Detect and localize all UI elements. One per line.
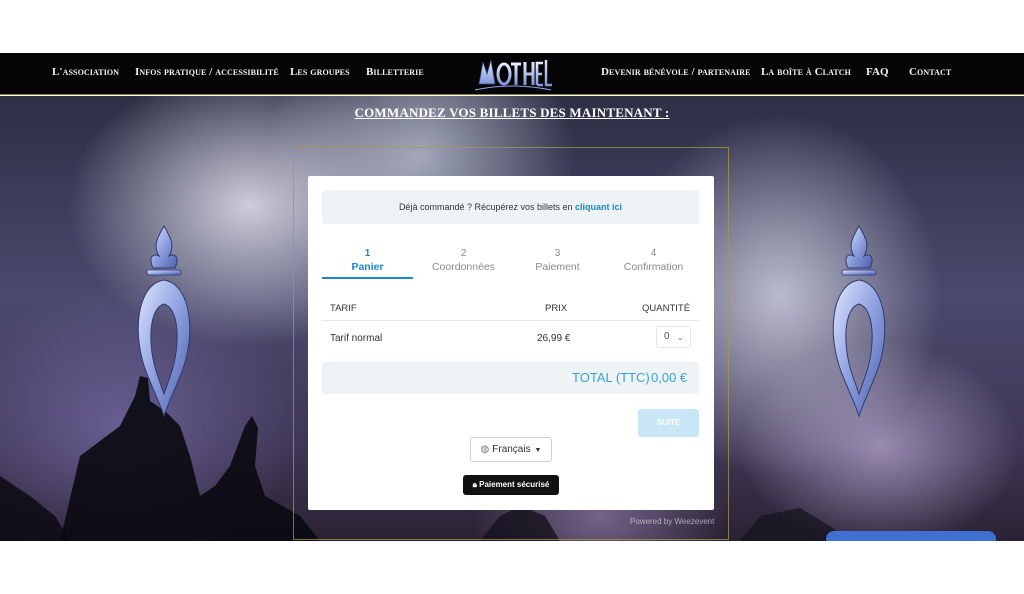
step-number: 3 — [554, 248, 561, 259]
step-paiement[interactable]: 3 Paiement — [512, 247, 603, 274]
nav-benevole[interactable]: Devenir bénévole / partenaire — [601, 66, 751, 78]
active-step-underline — [322, 277, 413, 279]
motohell-logo[interactable] — [473, 54, 553, 94]
step-coordonnees[interactable]: 2 Coordonnées — [418, 247, 509, 274]
top-margin — [0, 0, 1024, 53]
ticket-widget: Déjà commandé ? Récupérez vos billets en… — [308, 176, 714, 510]
globe-icon: ◍ — [480, 444, 490, 455]
retrieve-tickets-link[interactable]: cliquant ici — [575, 202, 622, 212]
nav-billetterie[interactable]: Billetterie — [366, 66, 424, 78]
total-label: TOTAL (TTC) — [572, 370, 650, 385]
step-confirmation[interactable]: 4 Confirmation — [608, 247, 699, 274]
nav-infos-pratique[interactable]: Infos pratique / accessibilité — [135, 66, 279, 78]
quantity-value: 0 — [664, 331, 670, 342]
language-label: Français — [492, 444, 531, 455]
chevron-down-icon: ⌄ — [676, 332, 684, 342]
flame-emblem-right-icon — [832, 225, 886, 418]
secure-payment-badge: 🔒︎ Paiement sécurisé — [463, 475, 559, 495]
table-divider — [322, 320, 699, 321]
nav-boite-clatch[interactable]: La boîte à Clatch — [761, 66, 851, 78]
step-label: Panier — [351, 261, 384, 273]
nav-contact[interactable]: Contact — [909, 66, 951, 78]
column-header-quantite: QUANTITÉ — [642, 303, 691, 314]
nav-faq[interactable]: FAQ — [866, 66, 889, 78]
secure-payment-label: Paiement sécurisé — [479, 480, 550, 489]
total-bar: TOTAL (TTC) 0,00 € — [322, 362, 699, 394]
step-number: 4 — [650, 248, 657, 259]
column-header-prix: PRIX — [545, 303, 568, 314]
flame-emblem-left-icon — [137, 225, 191, 418]
step-number: 1 — [364, 248, 371, 259]
notice-text: Déjà commandé ? Récupérez vos billets en — [398, 202, 576, 212]
step-number: 2 — [460, 248, 467, 259]
caret-down-icon: ▼ — [532, 447, 542, 454]
page-title: COMMANDEZ VOS BILLETS DES MAINTENANT : — [354, 105, 670, 120]
hero-section: COMMANDEZ VOS BILLETS DES MAINTENANT : D… — [0, 96, 1024, 541]
nav-groupes[interactable]: Les groupes — [290, 66, 350, 78]
row-price: 26,99 € — [537, 333, 571, 344]
chat-widget-tab[interactable] — [826, 531, 996, 541]
column-header-tarif: TARIF — [330, 303, 357, 314]
suite-button[interactable]: SUITE — [638, 409, 699, 437]
total-value: 0,00 € — [651, 370, 688, 385]
already-ordered-notice: Déjà commandé ? Récupérez vos billets en… — [322, 190, 699, 224]
nav-association[interactable]: L'association — [52, 66, 119, 78]
row-tarif-name: Tarif normal — [330, 333, 383, 344]
step-label: Confirmation — [623, 261, 684, 273]
language-selector[interactable]: ◍ Français ▼ — [470, 437, 552, 462]
bottom-margin — [0, 541, 1024, 594]
step-label: Coordonnées — [431, 261, 496, 273]
powered-by-text[interactable]: Powered by Weezevent — [630, 517, 714, 526]
quantity-select[interactable]: 0 ⌄ — [656, 326, 691, 348]
step-label: Paiement — [535, 261, 580, 273]
step-panier[interactable]: 1 Panier — [322, 247, 413, 274]
